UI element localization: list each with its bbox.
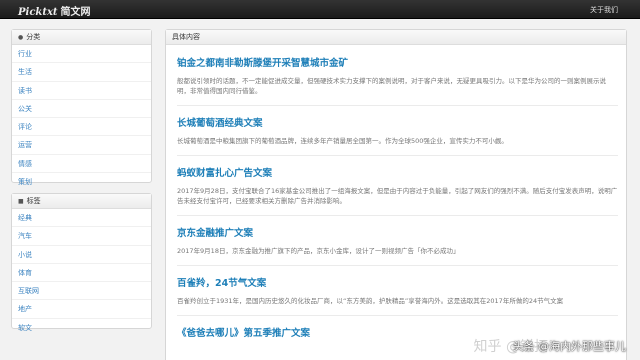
content-panel-header: 具体内容 — [166, 30, 626, 45]
tag-item[interactable]: 小说 — [12, 246, 151, 264]
category-item[interactable]: 生活 — [12, 63, 151, 82]
about-us-link[interactable]: 关于我们 — [590, 5, 618, 15]
tag-item[interactable]: 体育 — [12, 264, 151, 283]
article-item: 蚂蚁财富扎心广告文案 2017年9月28日，支付宝联合了16家基金公司推出了一组… — [166, 156, 626, 206]
article-summary: 2017年9月18日，京东金融为推广旗下的产品，京东小金库，设计了一则视频广告「… — [177, 247, 460, 255]
tag-item[interactable]: 软文 — [12, 319, 151, 337]
brand-english: Picktxt — [18, 7, 58, 18]
article-item: 铂金之都南非勒斯滕堡开采智慧城市金矿 般都说引领时的话题，不一定能促进成交量，但… — [166, 55, 626, 96]
tag-panel-title: 标签 — [26, 197, 41, 205]
article-title[interactable]: 《爸爸去哪儿》第五季推广文案 — [177, 325, 618, 339]
tag-item[interactable]: 经典 — [12, 209, 151, 228]
tag-item[interactable]: 汽车 — [12, 227, 151, 246]
article-item: 《爸爸去哪儿》第五季推广文案 — [166, 316, 626, 339]
category-list: 行业 生活 读书 公关 评论 运营 情感 策划 — [12, 45, 151, 191]
article-title[interactable]: 蚂蚁财富扎心广告文案 — [177, 165, 618, 179]
tag-list: 经典 汽车 小说 体育 互联网 地产 软文 — [12, 209, 151, 337]
article-summary: 般都说引领时的话题，不一定能促进成交量，但强硬技术实力支撑下的案例说明，对于客户… — [177, 77, 606, 95]
category-item[interactable]: 评论 — [12, 118, 151, 137]
category-item[interactable]: 行业 — [12, 45, 151, 64]
article-title[interactable]: 京东金融推广文案 — [177, 225, 618, 239]
tag-icon: ■ — [18, 197, 24, 205]
category-item[interactable]: 读书 — [12, 82, 151, 100]
category-item[interactable]: 情感 — [12, 155, 151, 174]
article-item: 百雀羚，24节气文案 百雀羚创立于1931年，是国内历史悠久的化妆品厂商，以“东… — [166, 266, 626, 306]
brand-chinese: 简文网 — [60, 7, 91, 18]
top-navbar: Picktxt 简文网 关于我们 — [0, 0, 640, 19]
category-item[interactable]: 公关 — [12, 100, 151, 119]
article-title[interactable]: 长城葡萄酒经典文案 — [177, 115, 618, 129]
category-item[interactable]: 运营 — [12, 136, 151, 155]
article-title[interactable]: 百雀羚，24节气文案 — [177, 275, 618, 289]
category-panel: ● 分类 行业 生活 读书 公关 评论 运营 情感 策划 — [11, 29, 152, 186]
article-list: 铂金之都南非勒斯滕堡开采智慧城市金矿 般都说引领时的话题，不一定能促进成交量，但… — [166, 45, 626, 339]
article-summary: 长城葡萄酒是中粮集团旗下的葡萄酒品牌，连续多年产销量居全国第一。作为全球500强… — [177, 137, 508, 145]
category-panel-header: ● 分类 — [12, 30, 151, 45]
article-title[interactable]: 铂金之都南非勒斯滕堡开采智慧城市金矿 — [177, 55, 618, 69]
article-item: 京东金融推广文案 2017年9月18日，京东金融为推广旗下的产品，京东小金库，设… — [166, 216, 626, 256]
tag-item[interactable]: 互联网 — [12, 282, 151, 301]
content-panel: 具体内容 铂金之都南非勒斯滕堡开采智慧城市金矿 般都说引领时的话题，不一定能促进… — [165, 29, 627, 360]
tag-panel-header: ■ 标签 — [12, 194, 151, 209]
article-summary: 2017年9月28日，支付宝联合了16家基金公司推出了一组海报文案，但是由于内容… — [177, 187, 618, 205]
tag-item[interactable]: 地产 — [12, 300, 151, 319]
site-logo[interactable]: Picktxt 简文网 — [18, 3, 91, 18]
category-panel-title: 分类 — [26, 33, 41, 41]
watermark: 头条 @海内外那些事儿 — [512, 340, 627, 353]
tag-panel: ■ 标签 经典 汽车 小说 体育 互联网 地产 软文 — [11, 193, 152, 332]
content-panel-title: 具体内容 — [172, 33, 200, 41]
category-item[interactable]: 策划 — [12, 173, 151, 191]
article-item: 长城葡萄酒经典文案 长城葡萄酒是中粮集团旗下的葡萄酒品牌，连续多年产销量居全国第… — [166, 106, 626, 146]
article-summary: 百雀羚创立于1931年，是国内历史悠久的化妆品厂商，以“东方美韵，护肤精品”享誉… — [177, 297, 564, 305]
home-icon: ● — [18, 33, 24, 41]
